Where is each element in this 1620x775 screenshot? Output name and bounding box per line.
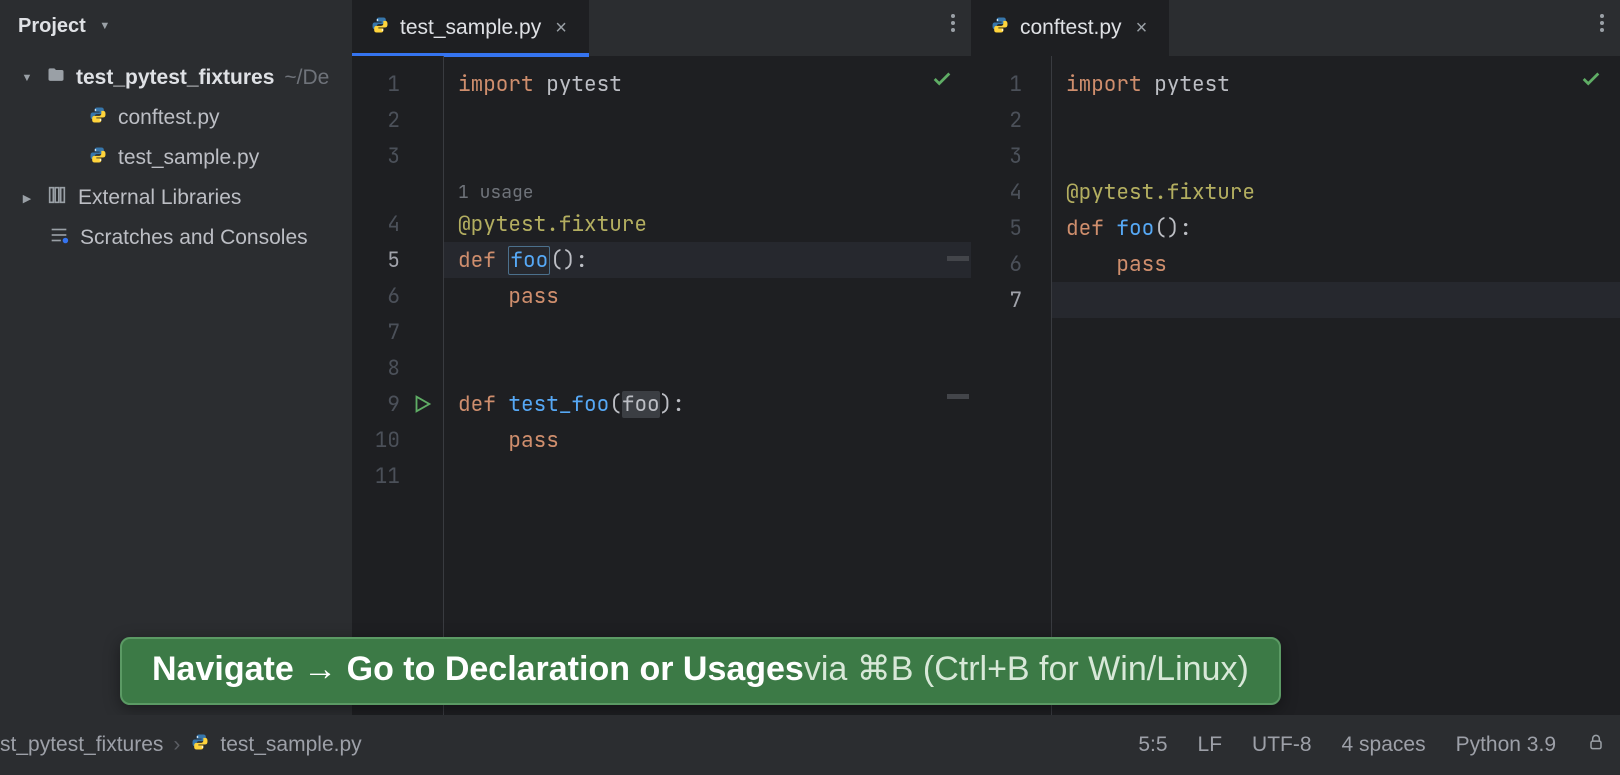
- code-line: def foo():: [458, 242, 588, 278]
- line-number: 11: [352, 458, 444, 494]
- caret-position[interactable]: 5:5: [1138, 733, 1167, 757]
- gutter-left: 1 2 3 4 5 6 7 8 9 10 11: [352, 56, 444, 715]
- tip-action: Navigate → Go to Declaration or Usages: [152, 650, 804, 689]
- indent-setting[interactable]: 4 spaces: [1342, 733, 1426, 757]
- file-encoding[interactable]: UTF-8: [1252, 733, 1312, 757]
- library-icon: [46, 184, 68, 212]
- python-file-icon: [990, 15, 1010, 41]
- line-number: 4: [972, 174, 1052, 210]
- scratches-icon: [48, 224, 70, 252]
- code-content-right[interactable]: import pytest @pytest.fixture def foo():…: [1052, 56, 1620, 715]
- tab-label: test_sample.py: [400, 16, 541, 40]
- python-interpreter[interactable]: Python 3.9: [1456, 733, 1556, 757]
- tab-label: conftest.py: [1020, 16, 1122, 40]
- tab-conftest[interactable]: conftest.py ×: [972, 0, 1169, 56]
- project-title: Project: [18, 15, 86, 38]
- minimap-marker: [947, 256, 969, 261]
- project-header[interactable]: Project: [0, 0, 352, 52]
- scratches-row[interactable]: Scratches and Consoles: [0, 218, 352, 258]
- line-number: 4: [352, 206, 444, 242]
- line-number: 6: [972, 246, 1052, 282]
- project-root-row[interactable]: test_pytest_fixtures ~/De: [0, 58, 352, 98]
- chevron-right-icon: ›: [173, 733, 180, 757]
- project-tool-window: Project test_pytest_fixtures ~/De confte…: [0, 0, 352, 715]
- line-number: 1: [352, 66, 444, 102]
- line-number: 10: [352, 422, 444, 458]
- chevron-down-icon: [18, 72, 36, 84]
- code-editor-left[interactable]: 1 2 3 4 5 6 7 8 9 10 11: [352, 56, 971, 715]
- line-number: 6: [352, 278, 444, 314]
- external-libraries-row[interactable]: External Libraries: [0, 178, 352, 218]
- breadcrumb-segment[interactable]: st_pytest_fixtures: [0, 733, 163, 757]
- code-line: @pytest.fixture: [458, 206, 647, 242]
- code-line: def test_foo(foo):: [458, 386, 685, 422]
- file-label: test_sample.py: [118, 146, 259, 170]
- code-line: pass: [458, 278, 559, 314]
- scratches-label: Scratches and Consoles: [80, 226, 308, 250]
- code-content-left[interactable]: import pytest 1 usage @pytest.fixture de…: [444, 56, 971, 715]
- tab-menu-button[interactable]: [1600, 14, 1604, 32]
- external-libraries-label: External Libraries: [78, 186, 241, 210]
- file-row-conftest[interactable]: conftest.py: [0, 98, 352, 138]
- editor-pane-right: conftest.py × 1 2 3 4 5 6 7 import pyt: [971, 0, 1620, 715]
- file-label: conftest.py: [118, 106, 220, 130]
- line-number: 8: [352, 350, 444, 386]
- line-number: 5: [352, 242, 444, 278]
- readonly-lock-icon[interactable]: [1586, 732, 1606, 758]
- project-tree: test_pytest_fixtures ~/De conftest.py te…: [0, 52, 352, 258]
- tab-test-sample[interactable]: test_sample.py ×: [352, 0, 589, 56]
- line-separator[interactable]: LF: [1198, 733, 1223, 757]
- python-file-icon: [370, 15, 390, 41]
- chevron-right-icon: [18, 192, 36, 205]
- editor-pane-left: test_sample.py × 1 2 3 4 5 6 7 8 9 10: [352, 0, 971, 715]
- inspection-ok-icon[interactable]: [1580, 68, 1602, 97]
- code-editor-right[interactable]: 1 2 3 4 5 6 7 import pytest @pytest.fixt…: [972, 56, 1620, 715]
- line-number: 7: [352, 314, 444, 350]
- usages-hint[interactable]: 1 usage: [458, 174, 534, 210]
- folder-icon: [46, 65, 66, 91]
- code-line: import pytest: [1066, 66, 1230, 102]
- code-line: import pytest: [458, 66, 622, 102]
- tab-menu-button[interactable]: [951, 14, 955, 32]
- code-line: pass: [458, 422, 559, 458]
- python-file-icon: [88, 105, 108, 131]
- line-number: 7: [972, 282, 1052, 318]
- code-line: @pytest.fixture: [1066, 174, 1255, 210]
- line-number: 1: [972, 66, 1052, 102]
- run-test-icon[interactable]: [411, 393, 433, 415]
- gutter-right: 1 2 3 4 5 6 7: [972, 56, 1052, 715]
- editor-split: test_sample.py × 1 2 3 4 5 6 7 8 9 10: [352, 0, 1620, 715]
- line-number: 3: [972, 138, 1052, 174]
- breadcrumbs[interactable]: st_pytest_fixtures › test_sample.py: [0, 732, 362, 758]
- tip-shortcut: via ⌘B (Ctrl+B for Win/Linux): [804, 649, 1249, 689]
- status-right: 5:5 LF UTF-8 4 spaces Python 3.9: [1138, 732, 1606, 758]
- chevron-down-icon: [96, 20, 114, 32]
- close-icon[interactable]: ×: [551, 17, 571, 40]
- close-icon[interactable]: ×: [1132, 17, 1152, 40]
- status-bar: st_pytest_fixtures › test_sample.py 5:5 …: [0, 715, 1620, 775]
- code-line: pass: [1066, 246, 1167, 282]
- line-number: 5: [972, 210, 1052, 246]
- tab-bar-right: conftest.py ×: [972, 0, 1620, 56]
- breadcrumb-segment[interactable]: test_sample.py: [220, 733, 361, 757]
- file-row-test-sample[interactable]: test_sample.py: [0, 138, 352, 178]
- project-path: ~/De: [284, 66, 329, 90]
- code-line: def foo():: [1066, 210, 1192, 246]
- minimap-marker: [947, 394, 969, 399]
- tip-banner: Navigate → Go to Declaration or Usages v…: [120, 637, 1281, 705]
- python-file-icon: [190, 732, 210, 758]
- tab-bar-left: test_sample.py ×: [352, 0, 971, 56]
- current-line-highlight: [1052, 282, 1620, 318]
- project-name: test_pytest_fixtures: [76, 66, 274, 90]
- line-number: 2: [972, 102, 1052, 138]
- inspection-ok-icon[interactable]: [931, 68, 953, 97]
- line-number: 2: [352, 102, 444, 138]
- line-number: 3: [352, 138, 444, 174]
- python-file-icon: [88, 145, 108, 171]
